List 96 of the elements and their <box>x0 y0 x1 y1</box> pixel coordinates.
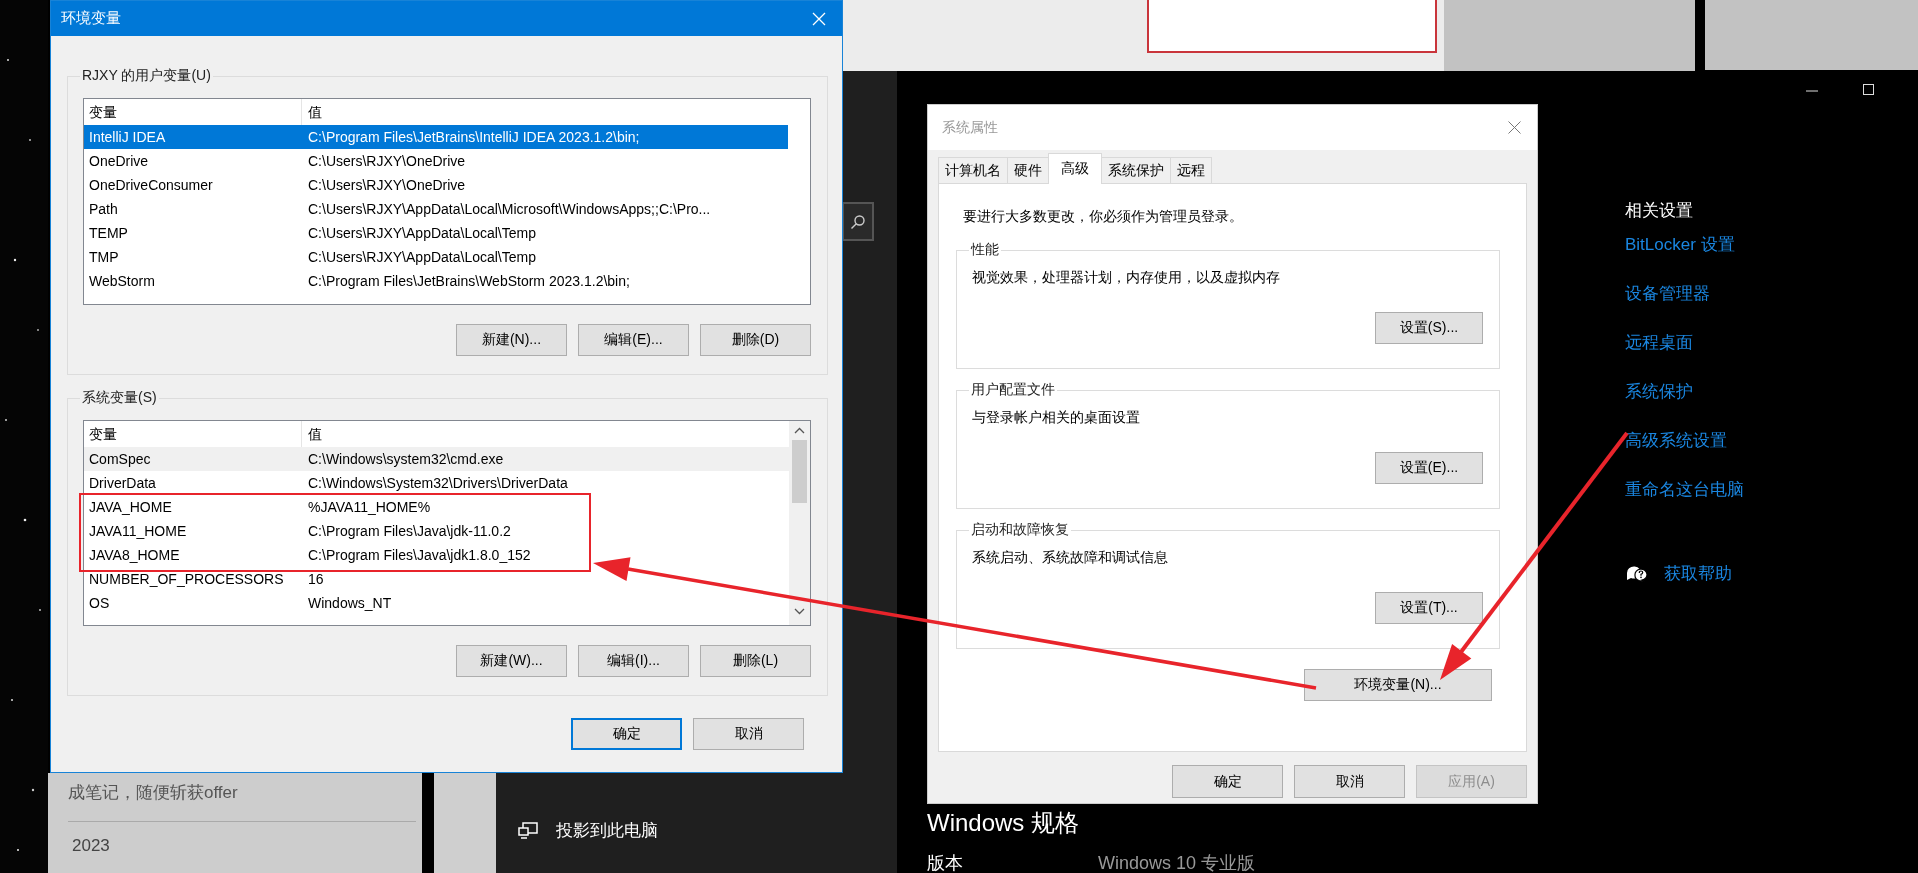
table-cell-text: TMP <box>88 249 120 265</box>
table-cell-text: C:\Program Files\JetBrains\IntelliJ IDEA 2023.1.2\bin; <box>307 129 640 145</box>
table-row[interactable]: WebStorm C:\Program Files\JetBrains\WebStorm 2023.1.2\bin; <box>84 269 788 293</box>
group-description: 与登录帐户相关的桌面设置 <box>972 409 1141 427</box>
table-row[interactable]: OneDriveConsumer C:\Users\RJXY\OneDrive <box>84 173 788 197</box>
settings-link[interactable]: 设备管理器 <box>1625 282 1710 306</box>
settings-link[interactable]: 远程桌面 <box>1625 331 1693 355</box>
table-cell-text: C:\Windows\system32\cmd.exe <box>307 451 504 467</box>
dialog-button[interactable]: 新建(W)... <box>456 645 567 677</box>
dialog-button[interactable]: 取消 <box>693 718 804 750</box>
table-cell-text: C:\Program Files\Java\jdk-11.0.2 <box>307 523 511 539</box>
table-cell-text: C:\Users\RJXY\OneDrive <box>307 153 466 169</box>
table-cell-text: %JAVA11_HOME% <box>307 499 431 515</box>
table-cell-text: Windows_NT <box>307 595 392 611</box>
table-row[interactable]: OneDrive C:\Users\RJXY\OneDrive <box>84 149 788 173</box>
settings-link[interactable]: 系统保护 <box>1625 380 1693 404</box>
monitor-icon <box>518 822 538 839</box>
table-cell-text: ComSpec <box>88 451 152 467</box>
dialog-button[interactable]: 删除(D) <box>700 324 811 356</box>
settings-link[interactable]: 高级系统设置 <box>1625 429 1727 453</box>
column-header[interactable]: 值 <box>302 421 322 447</box>
table-row[interactable]: JAVA11_HOME C:\Program Files\Java\jdk-11.0.2 <box>84 519 789 543</box>
table-row[interactable]: IntelliJ IDEA C:\Program Files\JetBrains\IntelliJ IDEA 2023.1.2\bin; <box>84 125 788 149</box>
chat-help-icon <box>1625 564 1647 584</box>
settings-button[interactable]: 设置(S)... <box>1375 312 1483 344</box>
table-cell-text: Path <box>88 201 119 217</box>
article-text: 成笔记，随便斩获offer <box>68 782 238 804</box>
table-row[interactable]: NUMBER_OF_PROCESSORS 16 <box>84 567 789 591</box>
dialog-button[interactable]: 确定 <box>1172 765 1283 798</box>
table-cell-text: 16 <box>307 571 324 587</box>
dialog-button[interactable]: 确定 <box>571 718 682 750</box>
table-cell-text: JAVA_HOME <box>88 499 173 515</box>
group-label: 性能 <box>969 241 1000 259</box>
table-cell-text: JAVA8_HOME <box>88 547 181 563</box>
group-label: 启动和故障恢复 <box>970 521 1070 539</box>
tab[interactable]: 计算机名 <box>938 157 1008 183</box>
dialog-button[interactable]: 取消 <box>1294 765 1405 798</box>
scrollbar[interactable] <box>789 421 810 625</box>
table-row[interactable]: JAVA_HOME %JAVA11_HOME% <box>84 495 789 519</box>
table-cell-text: IntelliJ IDEA <box>88 129 167 145</box>
group-description: 系统启动、系统故障和调试信息 <box>972 549 1169 567</box>
table-cell-text: OneDriveConsumer <box>88 177 214 193</box>
group-label: 用户配置文件 <box>970 381 1056 399</box>
scroll-thumb[interactable] <box>792 440 807 503</box>
table-cell-text: OS <box>88 595 111 611</box>
dialog-button[interactable]: 编辑(E)... <box>578 324 689 356</box>
table-row[interactable]: TEMP C:\Users\RJXY\AppData\Local\Temp <box>84 221 788 245</box>
table-row[interactable]: Path C:\Users\RJXY\AppData\Local\Microsoft\WindowsApps;;C:\Pro... <box>84 197 788 221</box>
table-row[interactable]: OS Windows_NT <box>84 591 789 615</box>
env-vars-button[interactable]: 环境变量(N)... <box>1304 669 1492 701</box>
group-label: RJXY 的用户变量(U) <box>81 67 212 85</box>
dialog-button[interactable]: 编辑(I)... <box>578 645 689 677</box>
window-title: 环境变量 <box>61 9 121 28</box>
column-header[interactable]: 值 <box>302 99 322 125</box>
tab[interactable]: 远程 <box>1170 157 1212 183</box>
table-row[interactable]: ComSpec C:\Windows\system32\cmd.exe <box>84 447 789 471</box>
section-title: Windows 规格 <box>927 809 1080 837</box>
notice-text: 要进行大多数更改，你必须作为管理员登录。 <box>963 208 1243 226</box>
dialog-button[interactable]: 删除(L) <box>700 645 811 677</box>
table-cell-text: TEMP <box>88 225 129 241</box>
table-cell-text: C:\Windows\System32\Drivers\DriverData <box>307 475 568 491</box>
scroll-up-icon[interactable] <box>794 427 805 434</box>
year-label: 2023 <box>71 836 110 856</box>
spec-value: Windows 10 专业版 <box>1098 852 1256 873</box>
table-cell-text: C:\Users\RJXY\AppData\Local\Temp <box>307 225 536 241</box>
settings-button[interactable]: 设置(T)... <box>1375 592 1483 624</box>
help-link[interactable]: 获取帮助 <box>1664 562 1732 586</box>
table-row[interactable]: TMP C:\Users\RJXY\AppData\Local\Temp <box>84 245 788 269</box>
dialog-button[interactable]: 新建(N)... <box>456 324 567 356</box>
table-cell-text: C:\Users\RJXY\OneDrive <box>307 177 466 193</box>
spec-label: 版本 <box>927 852 964 873</box>
table-cell-text: C:\Users\RJXY\AppData\Local\Temp <box>307 249 536 265</box>
scroll-down-icon[interactable] <box>794 608 805 615</box>
table-cell-text: DriverData <box>88 475 157 491</box>
settings-link[interactable]: 重命名这台电脑 <box>1625 478 1744 502</box>
settings-button[interactable]: 设置(E)... <box>1375 452 1483 484</box>
maximize-icon[interactable] <box>1863 84 1874 95</box>
table-cell-text: JAVA11_HOME <box>88 523 188 539</box>
table-cell-text: NUMBER_OF_PROCESSORS <box>88 571 285 587</box>
window-title: 系统属性 <box>942 118 998 137</box>
search-icon <box>850 213 866 230</box>
table-cell-text: C:\Program Files\JetBrains\WebStorm 2023.1.2\bin; <box>307 273 630 289</box>
menu-item[interactable]: 投影到此电脑 <box>556 819 658 842</box>
table-cell-text: WebStorm <box>88 273 156 289</box>
search-button[interactable] <box>842 202 874 241</box>
table-row[interactable]: DriverData C:\Windows\System32\Drivers\DriverData <box>84 471 789 495</box>
settings-link[interactable]: BitLocker 设置 <box>1625 233 1735 257</box>
table-cell-text: OneDrive <box>88 153 150 169</box>
table-cell-text: C:\Users\RJXY\AppData\Local\Microsoft\WindowsApps;;C:\Pro... <box>307 201 711 217</box>
close-icon[interactable] <box>1508 121 1521 134</box>
group-label: 系统变量(S) <box>81 389 158 407</box>
section-title: 相关设置 <box>1625 200 1693 222</box>
group-description: 视觉效果，处理器计划，内存使用，以及虚拟内存 <box>972 269 1281 287</box>
tab[interactable]: 高级 <box>1048 153 1102 184</box>
table-row[interactable]: JAVA8_HOME C:\Program Files\Java\jdk1.8.0_152 <box>84 543 789 567</box>
table-cell-text: C:\Program Files\Java\jdk1.8.0_152 <box>307 547 531 563</box>
